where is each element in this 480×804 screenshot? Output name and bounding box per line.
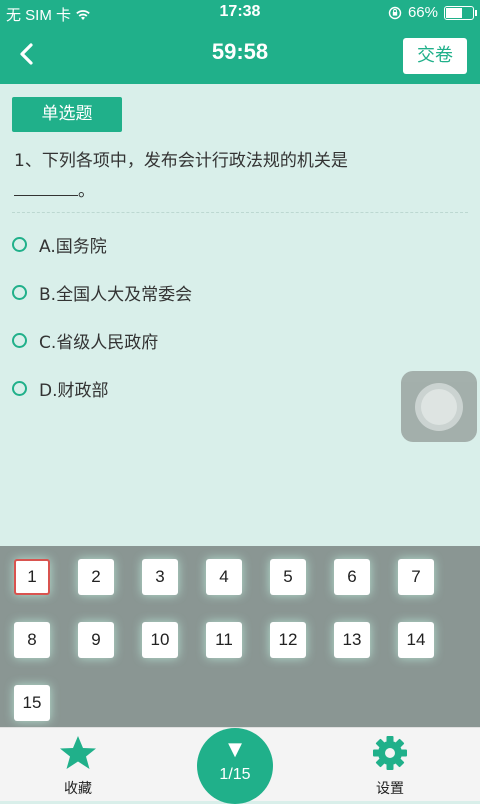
battery-percent: 66%: [407, 4, 438, 21]
favorite-label: 收藏: [64, 781, 92, 797]
question-number-button[interactable]: 4: [206, 559, 242, 595]
radio-icon: [12, 333, 27, 348]
nav-bar: 59:58 交卷: [0, 26, 480, 84]
settings-label: 设置: [376, 781, 404, 797]
answer-sheet-toggle-button[interactable]: ▼ 1/15: [197, 728, 273, 804]
question-progress: 1/15: [219, 766, 251, 783]
question-number-button[interactable]: 8: [14, 622, 50, 658]
divider: [12, 212, 468, 213]
option-c[interactable]: C.省级人民政府: [12, 328, 158, 353]
assistive-dot: [421, 389, 457, 425]
option-d[interactable]: D.财政部: [12, 376, 109, 401]
question-type-badge: 单选题: [12, 97, 122, 132]
battery-icon: [444, 5, 477, 20]
radio-icon: [12, 285, 27, 300]
assistive-touch-button[interactable]: [401, 371, 477, 442]
triangle-down-icon: ▼: [228, 739, 242, 760]
radio-icon: [12, 381, 27, 396]
gear-icon: [373, 736, 407, 770]
radio-icon: [12, 237, 27, 252]
option-label: C.省级人民政府: [39, 333, 159, 353]
question-number-button[interactable]: 7: [398, 559, 434, 595]
option-label: B.全国人大及常委会: [39, 285, 193, 305]
status-right: 66%: [388, 4, 477, 21]
option-label: A.国务院: [39, 237, 107, 257]
question-number-button[interactable]: 12: [270, 622, 306, 658]
option-b[interactable]: B.全国人大及常委会: [12, 280, 192, 305]
star-icon: [60, 736, 96, 769]
question-number-button[interactable]: 5: [270, 559, 306, 595]
question-number-button[interactable]: 14: [398, 622, 434, 658]
option-a[interactable]: A.国务院: [12, 232, 107, 257]
favorite-tab[interactable]: 收藏: [38, 734, 118, 798]
submit-exam-button[interactable]: 交卷: [403, 38, 467, 74]
question-number-button[interactable]: 6: [334, 559, 370, 595]
question-stem: 1、下列各项中，发布会计行政法规的机关是: [14, 151, 348, 171]
bottom-tab-bar: 收藏 ▼ 1/15 设置: [0, 727, 480, 804]
question-suffix: 。: [78, 181, 95, 201]
settings-tab[interactable]: 设置: [350, 734, 430, 798]
question-number-button[interactable]: 15: [14, 685, 50, 721]
option-label: D.财政部: [39, 381, 109, 401]
question-number-button[interactable]: 2: [78, 559, 114, 595]
question-number-button[interactable]: 1: [14, 559, 50, 595]
status-bar: 无 SIM 卡 17:38 66%: [0, 0, 480, 26]
question-number-button[interactable]: 10: [142, 622, 178, 658]
answer-sheet-panel: 1 2 3 4 5 6 7 8 9 10 11 12 13 14 15: [0, 546, 480, 727]
rotation-lock-icon: [388, 6, 402, 19]
question-number-button[interactable]: 3: [142, 559, 178, 595]
question-text: 1、下列各项中，发布会计行政法规的机关是 。: [14, 146, 454, 206]
answer-blank: [14, 177, 78, 196]
question-number-button[interactable]: 13: [334, 622, 370, 658]
question-number-button[interactable]: 11: [206, 622, 242, 658]
question-number-button[interactable]: 9: [78, 622, 114, 658]
